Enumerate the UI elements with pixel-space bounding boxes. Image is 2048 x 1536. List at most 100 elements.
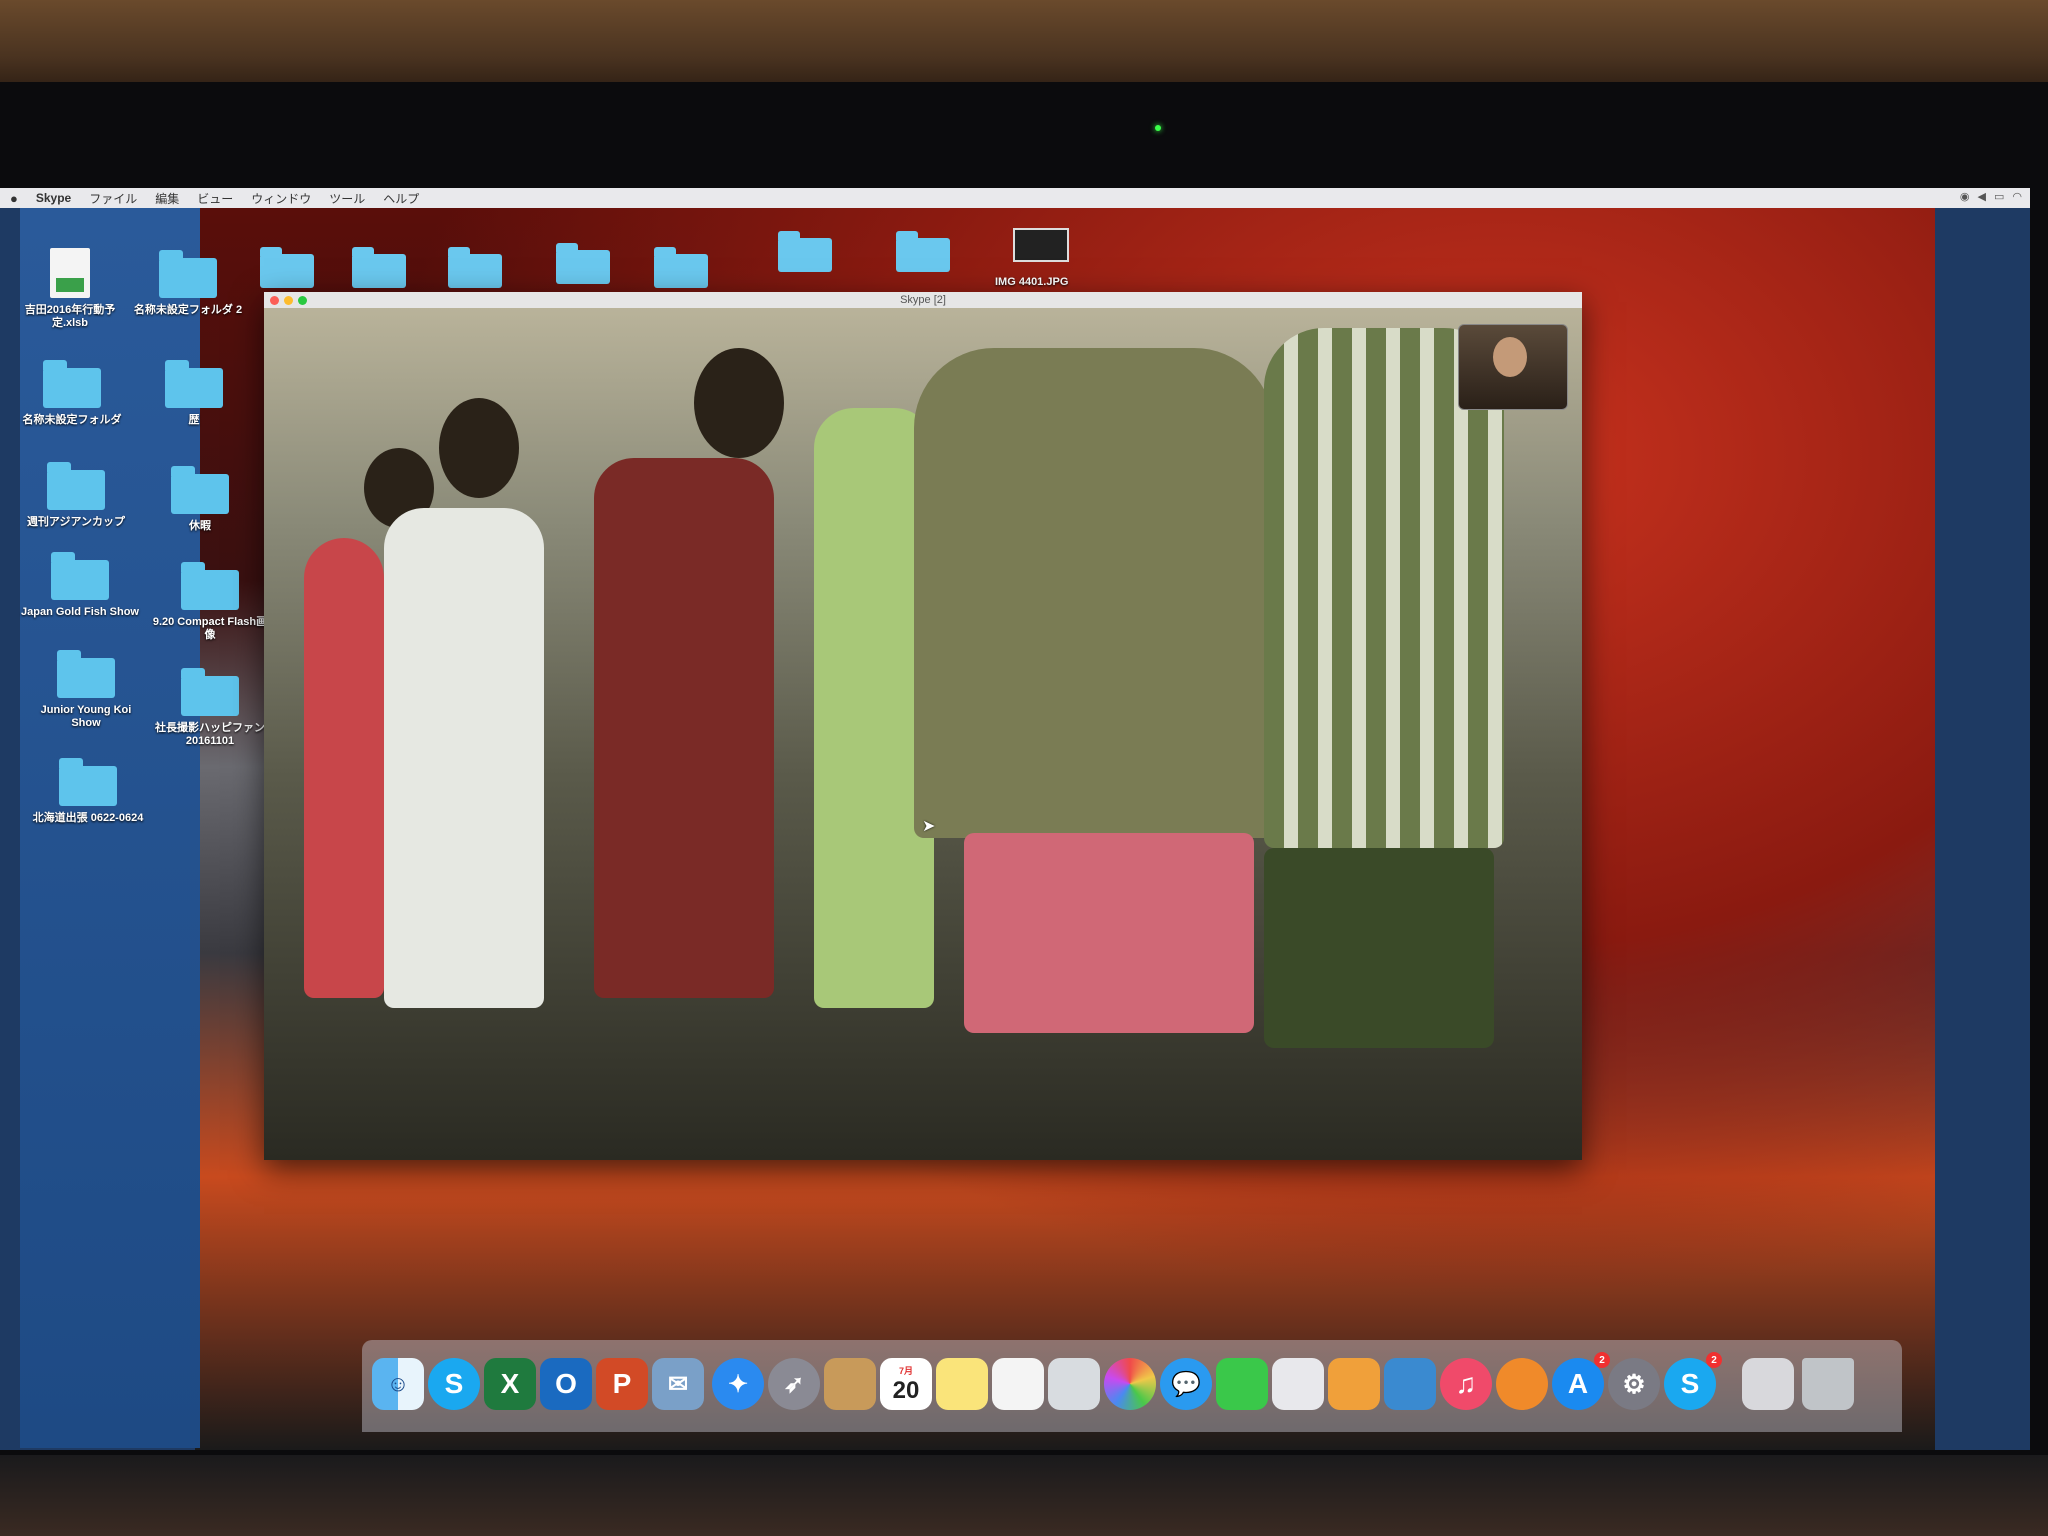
folder-icon	[57, 650, 115, 698]
window-title: Skype [2]	[900, 294, 946, 306]
desktop-icon-folder[interactable]: 社長撮影ハッピファン 20161101	[150, 666, 270, 748]
video-person	[1264, 848, 1494, 1048]
desktop-icon-xlsx[interactable]: 吉田2016年行動予定.xlsb	[10, 248, 130, 330]
folder-icon	[181, 562, 239, 610]
finder-icon[interactable]: ☺	[372, 1358, 424, 1410]
folder-icon[interactable]	[778, 231, 832, 272]
menu-app-name[interactable]: Skype	[36, 191, 71, 205]
notes-icon[interactable]	[936, 1358, 988, 1410]
facetime-icon[interactable]	[1216, 1358, 1268, 1410]
folder-icon[interactable]	[556, 243, 610, 284]
skype-icon[interactable]: S 2	[1664, 1352, 1722, 1410]
folder-icon	[59, 758, 117, 806]
desktop-icon-folder[interactable]: 北海道出張 0622-0624	[28, 756, 148, 825]
downloads-stack-icon[interactable]	[1742, 1358, 1794, 1410]
video-person	[384, 508, 544, 1008]
battery-icon[interactable]: ▭	[1994, 190, 2004, 203]
desktop-icon-label: 名称未設定フォルダ 2	[133, 304, 243, 316]
outlook-icon[interactable]: O	[540, 1358, 592, 1410]
folder-icon[interactable]	[448, 247, 502, 288]
folder-icon	[165, 360, 223, 408]
window-titlebar[interactable]: Skype [2]	[264, 292, 1582, 308]
desktop-icon-label: Japan Gold Fish Show	[21, 606, 139, 618]
desktop-icon-label: 休暇	[189, 520, 211, 532]
photos-icon[interactable]	[1104, 1358, 1156, 1410]
desktop-icon-folder[interactable]: 休暇	[140, 464, 260, 533]
messages-icon[interactable]: 💬	[1160, 1358, 1212, 1410]
menu-tools[interactable]: ツール	[329, 190, 365, 207]
desktop-icon-label: 歴	[188, 414, 200, 426]
folder-icon[interactable]	[260, 247, 314, 288]
status-icons: ◉ ◀ ▭ ◠	[1960, 190, 2022, 203]
skype-call-window: Skype [2] ➤	[264, 292, 1582, 1160]
powerpoint-icon[interactable]: P	[596, 1358, 648, 1410]
folder-icon	[181, 668, 239, 716]
folder-icon[interactable]	[352, 247, 406, 288]
itunes-icon[interactable]: ♫	[1440, 1358, 1492, 1410]
skype-icon[interactable]: S	[428, 1358, 480, 1410]
safari-icon[interactable]: ✦	[712, 1358, 764, 1410]
calendar-day: 20	[892, 1376, 920, 1404]
desktop-icon-folder[interactable]: Japan Gold Fish Show	[20, 550, 140, 619]
pages-icon[interactable]	[1328, 1358, 1380, 1410]
desktop-icon-folder[interactable]: 歴	[134, 358, 254, 427]
folder-icon	[43, 360, 101, 408]
desktop-icon-label: 週刊アジアンカップ	[26, 516, 126, 528]
desktop-icon-label: 北海道出張 0622-0624	[32, 812, 144, 824]
close-button[interactable]	[270, 296, 279, 305]
desktop-icon-folder[interactable]: 名称未設定フォルダ 2	[128, 248, 248, 317]
calendar-icon[interactable]: 7月 20	[880, 1358, 932, 1410]
video-person-head	[694, 348, 784, 458]
desktop-icon-label: 社長撮影ハッピファン 20161101	[155, 722, 265, 747]
folder-icon[interactable]	[654, 247, 708, 288]
image-file-thumbnail[interactable]	[1013, 228, 1069, 262]
excel-icon[interactable]: X	[484, 1358, 536, 1410]
mail-icon[interactable]: ✉	[652, 1358, 704, 1410]
system-preferences-icon[interactable]: ⚙	[1608, 1358, 1660, 1410]
app-store-badge: 2	[1594, 1352, 1610, 1368]
menu-edit[interactable]: 編集	[155, 190, 179, 207]
minimize-button[interactable]	[284, 296, 293, 305]
folder-icon[interactable]	[896, 231, 950, 272]
trash-icon[interactable]	[1802, 1358, 1854, 1410]
reminders-icon[interactable]	[992, 1358, 1044, 1410]
desktop-icon-label: Junior Young Koi Show	[40, 704, 132, 729]
wifi-icon[interactable]: ◠	[2012, 190, 2022, 203]
desktop-icon-folder[interactable]: 9.20 Compact Flash画像	[150, 560, 270, 642]
folder-icon	[159, 250, 217, 298]
desktop-icon-label: 名称未設定フォルダ	[22, 414, 122, 426]
desktop-icon-folder[interactable]: 週刊アジアンカップ	[16, 460, 136, 529]
video-person-shorts	[964, 833, 1254, 1033]
maximize-button[interactable]	[298, 296, 307, 305]
desktop-icon-folder[interactable]: Junior Young Koi Show	[26, 648, 146, 730]
folder-icon	[47, 462, 105, 510]
menu-view[interactable]: ビュー	[197, 190, 233, 207]
spreadsheet-icon	[50, 248, 90, 298]
apple-menu-icon[interactable]: ●	[10, 191, 18, 206]
keynote-icon[interactable]	[1384, 1358, 1436, 1410]
desktop-icon-label: 9.20 Compact Flash画像	[152, 616, 268, 641]
preview-icon[interactable]	[1048, 1358, 1100, 1410]
launchpad-icon[interactable]: ➶	[768, 1358, 820, 1410]
desktop-icon-folder[interactable]: 名称未設定フォルダ	[12, 358, 132, 427]
screen: ● Skype ファイル 編集 ビュー ウィンドウ ツール ヘルプ ◉ ◀ ▭ …	[0, 188, 2030, 1450]
folder-icon	[171, 466, 229, 514]
numbers-icon[interactable]	[1272, 1358, 1324, 1410]
menu-help[interactable]: ヘルプ	[383, 190, 419, 207]
self-view-preview[interactable]	[1458, 324, 1568, 410]
ibooks-icon[interactable]	[1496, 1358, 1548, 1410]
app-store-icon[interactable]: A 2	[1552, 1352, 1610, 1410]
volume-icon[interactable]: ◀	[1978, 190, 1986, 203]
contacts-icon[interactable]	[824, 1358, 876, 1410]
mouse-cursor-icon: ➤	[922, 818, 936, 835]
image-file-label: IMG 4401.JPG	[995, 276, 1069, 288]
video-person	[914, 348, 1274, 838]
menu-file[interactable]: ファイル	[89, 190, 137, 207]
remote-video-feed[interactable]: ➤	[264, 308, 1582, 1160]
video-person	[594, 458, 774, 998]
menu-window[interactable]: ウィンドウ	[251, 190, 311, 207]
skype-status-icon[interactable]: ◉	[1960, 190, 1970, 203]
desktop-icon-label: 吉田2016年行動予定.xlsb	[24, 304, 116, 329]
folder-icon	[51, 552, 109, 600]
menu-bar: ● Skype ファイル 編集 ビュー ウィンドウ ツール ヘルプ ◉ ◀ ▭ …	[0, 188, 2030, 208]
